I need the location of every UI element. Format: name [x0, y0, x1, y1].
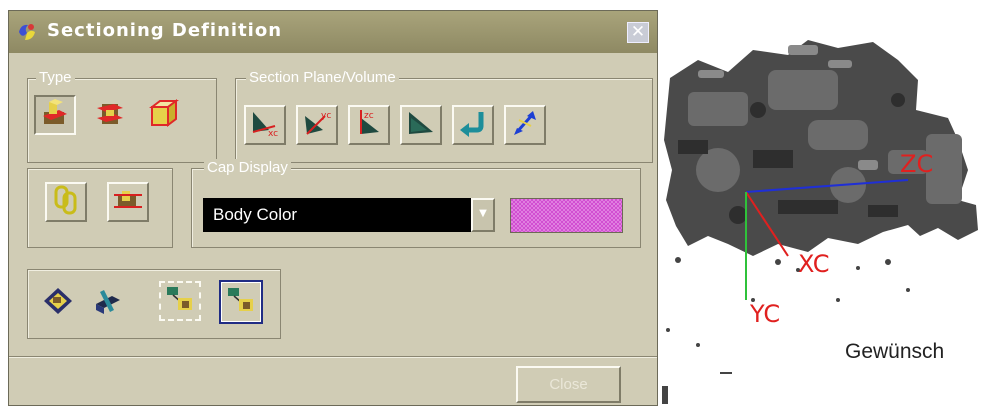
- cap-display-select[interactable]: Body Color: [203, 198, 471, 232]
- cap-view-icon: [42, 286, 74, 320]
- chain-link-icon: [51, 184, 81, 220]
- title-bar[interactable]: Sectioning Definition ✕: [9, 11, 657, 53]
- plane-yc-button[interactable]: yc: [296, 105, 338, 145]
- svg-text:xc: xc: [268, 129, 278, 138]
- plane-yc-icon: yc: [301, 108, 333, 142]
- app-icon: [16, 21, 38, 43]
- section-volume-icon: [147, 98, 179, 132]
- reverse-direction-button[interactable]: [452, 105, 494, 145]
- caption-text: Gewünsch: [845, 340, 945, 363]
- section-plane-group-label: Section Plane/Volume: [246, 69, 399, 87]
- axis-label-x: XC: [798, 250, 830, 278]
- section-curves-button[interactable]: [159, 281, 201, 321]
- plane-zc-icon: zc: [353, 108, 385, 142]
- plane-xc-button[interactable]: xc: [244, 105, 286, 145]
- flip-normal-icon: [509, 108, 541, 142]
- type-group-label: Type: [36, 69, 75, 87]
- reverse-direction-icon: [457, 108, 489, 142]
- cap-display-dropdown-button[interactable]: ▼: [471, 198, 495, 232]
- cap-color-swatch[interactable]: [510, 198, 623, 233]
- cap-view-button[interactable]: [37, 283, 79, 323]
- section-assembly-icon: [225, 285, 257, 319]
- axis-label-y: YC: [750, 300, 781, 328]
- clip-solid-icon: [92, 286, 124, 320]
- svg-text:yc: yc: [321, 111, 331, 121]
- plane-dynamic-icon: [405, 108, 437, 142]
- close-window-button[interactable]: ✕: [627, 22, 649, 43]
- plane-zc-button[interactable]: zc: [348, 105, 390, 145]
- cap-display-label: Cap Display: [204, 159, 291, 177]
- section-curves-icon: [164, 284, 196, 318]
- plane-xc-icon: xc: [249, 108, 281, 142]
- type-volume-button[interactable]: [142, 95, 184, 135]
- dialog-title: Sectioning Definition: [47, 20, 283, 41]
- flip-normal-button[interactable]: [504, 105, 546, 145]
- chevron-down-icon: ▼: [479, 208, 487, 219]
- type-box-button[interactable]: [89, 95, 131, 135]
- section-planes-icon: [39, 98, 71, 132]
- section-assembly-button[interactable]: [219, 280, 263, 324]
- clip-solid-button[interactable]: [87, 283, 129, 323]
- section-box-icon: [94, 98, 126, 132]
- sectioning-dialog: Sectioning Definition ✕ Type Section Pla…: [8, 10, 658, 406]
- section-clip-button[interactable]: [107, 182, 149, 222]
- footer-separator: [9, 356, 657, 358]
- associative-link-button[interactable]: [45, 182, 87, 222]
- section-clip-icon: [112, 185, 144, 219]
- type-planes-button[interactable]: [34, 95, 76, 135]
- plane-dynamic-button[interactable]: [400, 105, 442, 145]
- svg-text:zc: zc: [364, 111, 374, 121]
- axis-label-z: ZC: [900, 150, 934, 178]
- close-button[interactable]: Close: [516, 366, 621, 403]
